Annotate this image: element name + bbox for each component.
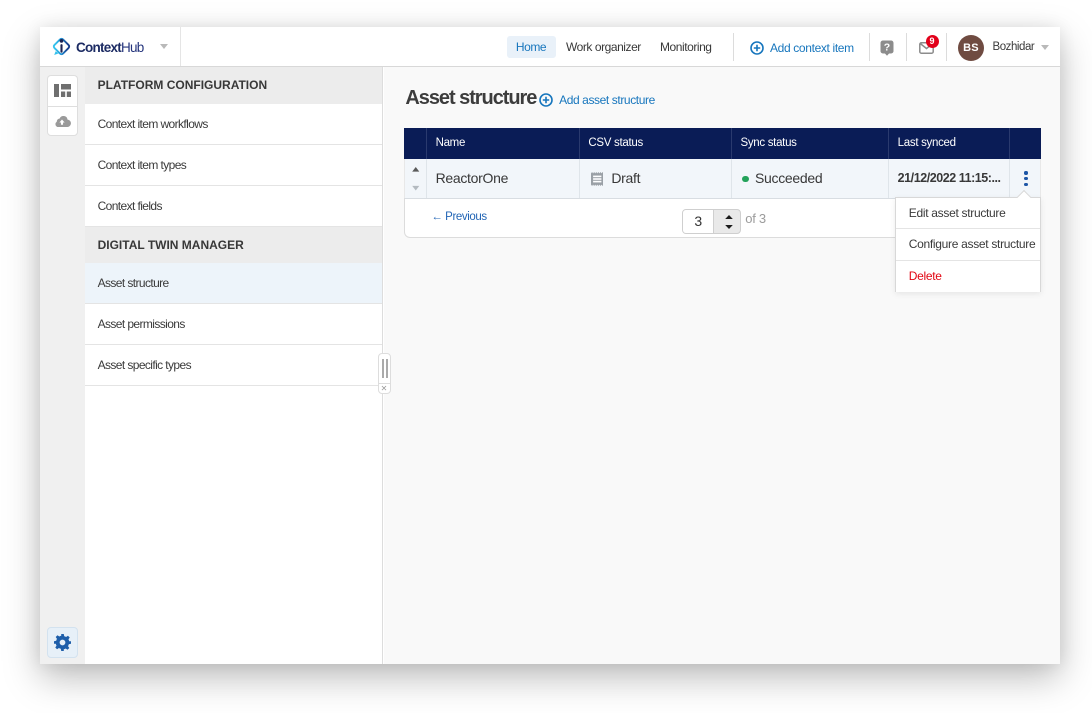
svg-text:?: ? xyxy=(884,42,890,54)
